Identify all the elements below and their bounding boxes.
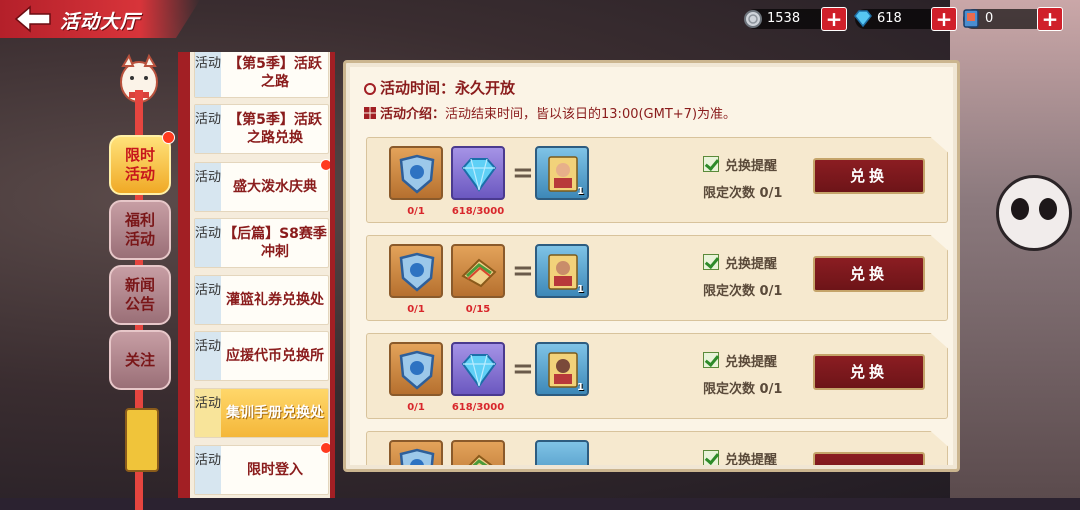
- activity-list-frame: 活动 【第5季】活跃之路 活动 【第5季】活跃之路兑换 活动 盛大泼水庆典 活动…: [178, 52, 335, 498]
- activity-item[interactable]: 活动 【第5季】活跃之路: [194, 52, 329, 98]
- remind-checkbox[interactable]: [703, 156, 719, 172]
- lantern-decor: [125, 408, 159, 472]
- top-bar: 活动大厅 1538 + 618 + 0 +: [0, 0, 1080, 38]
- add-coin-button[interactable]: +: [821, 7, 847, 31]
- background-right-decor: [950, 0, 1080, 498]
- grid-icon: [364, 107, 376, 119]
- exchange-row: 0/1 618/3000 = 1 兑换提醒 限定次数 0/1 兑换: [366, 333, 948, 419]
- shield-item-slot[interactable]: [389, 440, 443, 465]
- activity-item[interactable]: 活动 灌篮礼券兑换处: [194, 275, 329, 325]
- add-diamond-button[interactable]: +: [931, 7, 957, 31]
- back-arrow-icon[interactable]: [14, 5, 54, 33]
- category-tab-welfare[interactable]: 福利活动: [109, 200, 171, 260]
- equals-sign: =: [512, 158, 534, 188]
- activity-item[interactable]: 活动 【后篇】S8赛季冲刺: [194, 218, 329, 268]
- sandwich-icon: [461, 258, 497, 288]
- silver-coin-icon: [743, 8, 763, 28]
- page-title: 活动大厅: [60, 11, 141, 33]
- reward-manual-slot[interactable]: 1: [535, 244, 589, 298]
- remind-checkbox[interactable]: [703, 254, 719, 270]
- shield-item-slot[interactable]: [389, 244, 443, 298]
- sandwich-item-slot[interactable]: [451, 440, 505, 465]
- category-column: 限时活动 福利活动 新闻公告 关注: [105, 53, 180, 510]
- activity-description: 活动介绍：活动结束时间，皆以该日的13:00(GMT+7)为准。: [364, 103, 736, 122]
- shield-emblem-icon: [399, 448, 435, 465]
- exchange-row: 0/1 618/3000 = 1 兑换提醒 限定次数 0/1 兑换: [366, 137, 948, 223]
- activity-list[interactable]: 活动 【第5季】活跃之路 活动 【第5季】活跃之路兑换 活动 盛大泼水庆典 活动…: [190, 52, 330, 498]
- remind-checkbox[interactable]: [703, 352, 719, 368]
- diamond-item-slot[interactable]: [451, 146, 505, 200]
- panda-decor: [996, 175, 1072, 251]
- activity-detail-content[interactable]: 活动时间：永久开放 活动介绍：活动结束时间，皆以该日的13:00(GMT+7)为…: [350, 67, 953, 465]
- activity-item[interactable]: 活动 应援代币兑换所: [194, 331, 329, 381]
- notification-dot: [320, 442, 330, 454]
- add-card-button[interactable]: +: [1037, 7, 1063, 31]
- reward-manual-slot[interactable]: 1: [535, 146, 589, 200]
- equals-sign: =: [512, 256, 534, 286]
- exchange-button[interactable]: [813, 452, 925, 465]
- diamond-icon: [461, 158, 497, 192]
- exchange-row: 兑换提醒: [366, 431, 948, 465]
- activity-item-selected[interactable]: 活动 集训手册兑换处: [194, 388, 329, 438]
- activity-detail-panel: 活动时间：永久开放 活动介绍：活动结束时间，皆以该日的13:00(GMT+7)为…: [343, 60, 960, 472]
- activity-time: 活动时间：永久开放: [364, 77, 515, 98]
- activity-item[interactable]: 活动 盛大泼水庆典: [194, 159, 330, 212]
- sandwich-item-slot[interactable]: [451, 244, 505, 298]
- card-counter: 0 +: [961, 7, 1063, 31]
- diamond-icon: [461, 354, 497, 388]
- shield-emblem-icon: [399, 350, 435, 390]
- reward-manual-slot[interactable]: [535, 440, 589, 465]
- remind-checkbox[interactable]: [703, 450, 719, 465]
- category-tab-limited[interactable]: 限时活动: [109, 131, 175, 195]
- activity-item[interactable]: 活动 【第5季】活跃之路兑换: [194, 104, 329, 154]
- shield-emblem-icon: [399, 252, 435, 292]
- clock-icon: [364, 83, 376, 95]
- notification-dot: [162, 131, 175, 144]
- notification-dot: [320, 159, 330, 171]
- category-tab-news[interactable]: 新闻公告: [109, 265, 171, 325]
- equals-sign: =: [512, 354, 534, 384]
- diamond-counter: 618 +: [853, 7, 957, 31]
- activity-item[interactable]: 活动 限时登入: [194, 442, 330, 495]
- coin-counter: 1538 +: [743, 7, 847, 31]
- sandwich-icon: [461, 454, 497, 465]
- reward-manual-slot[interactable]: 1: [535, 342, 589, 396]
- diamond-icon: [853, 8, 873, 28]
- exchange-button[interactable]: 兑换: [813, 256, 925, 292]
- category-tab-follow[interactable]: 关注: [109, 330, 171, 390]
- exchange-row: 0/1 0/15 = 1 兑换提醒 限定次数 0/1 兑换: [366, 235, 948, 321]
- exchange-button[interactable]: 兑换: [813, 354, 925, 390]
- card-book-icon: [961, 8, 981, 28]
- shield-item-slot[interactable]: [389, 146, 443, 200]
- exchange-button[interactable]: 兑换: [813, 158, 925, 194]
- shield-item-slot[interactable]: [389, 342, 443, 396]
- shield-emblem-icon: [399, 154, 435, 194]
- diamond-item-slot[interactable]: [451, 342, 505, 396]
